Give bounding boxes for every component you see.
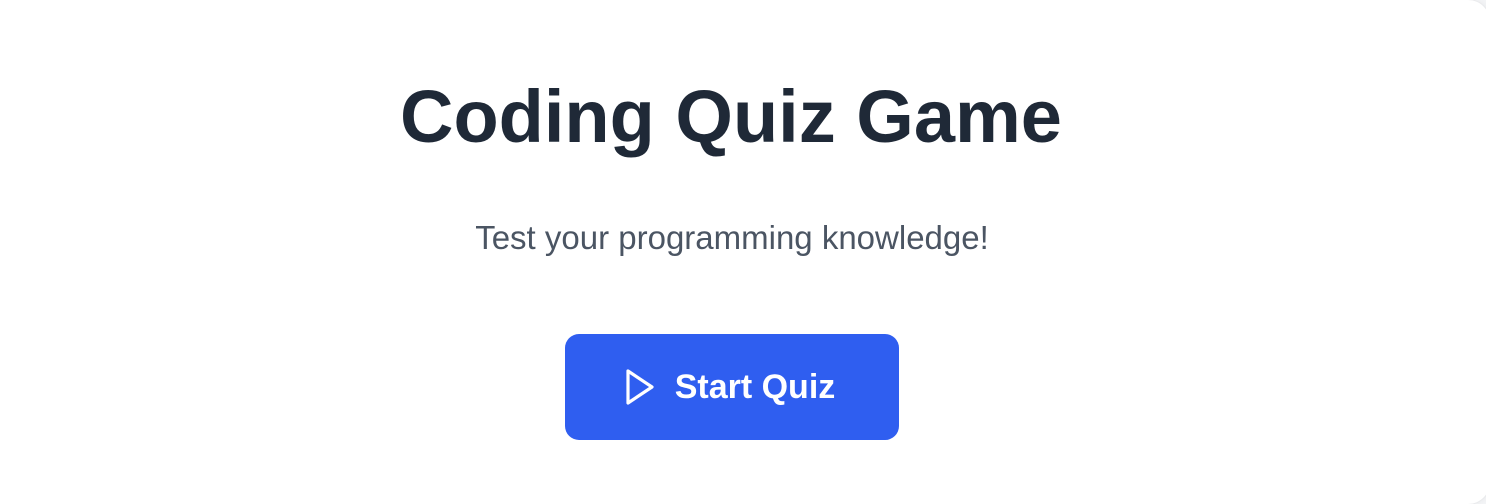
start-quiz-button[interactable]: Start Quiz xyxy=(565,334,899,440)
page-title: Coding Quiz Game xyxy=(400,75,1062,158)
play-icon xyxy=(623,367,657,407)
page-subtitle: Test your programming knowledge! xyxy=(475,219,989,256)
start-quiz-label: Start Quiz xyxy=(674,368,836,406)
start-screen: Coding Quiz Game Test your programming k… xyxy=(0,0,1466,504)
